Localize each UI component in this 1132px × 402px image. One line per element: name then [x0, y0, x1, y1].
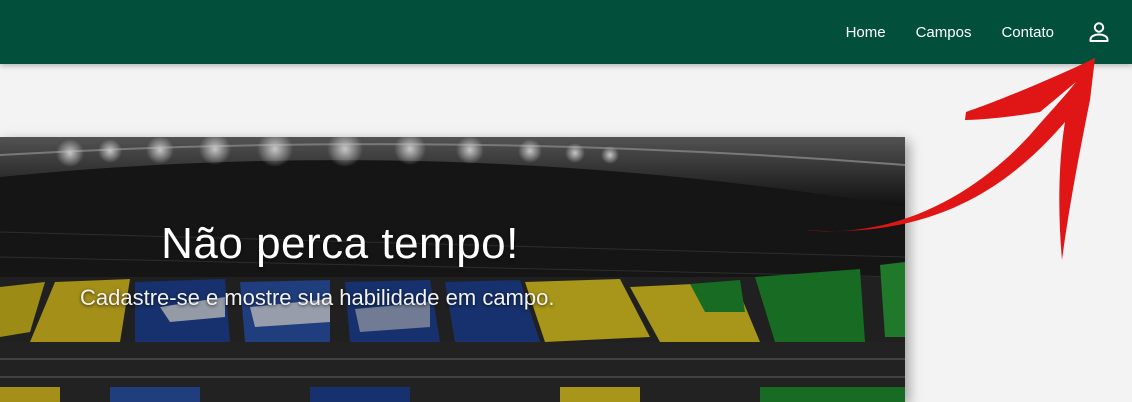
- nav-link-contato[interactable]: Contato: [1001, 24, 1054, 41]
- hero-title: Não perca tempo!: [161, 219, 519, 268]
- hero-banner: Não perca tempo! Cadastre-se e mostre su…: [0, 137, 905, 402]
- account-icon: [1089, 22, 1109, 42]
- nav-link-home[interactable]: Home: [846, 24, 886, 41]
- stadium-background-image: [0, 137, 905, 402]
- user-account-button[interactable]: [1086, 19, 1112, 45]
- hero-subtitle: Cadastre-se e mostre sua habilidade em c…: [80, 285, 555, 310]
- top-navbar: Home Campos Contato: [0, 0, 1132, 64]
- nav-link-campos[interactable]: Campos: [916, 24, 972, 41]
